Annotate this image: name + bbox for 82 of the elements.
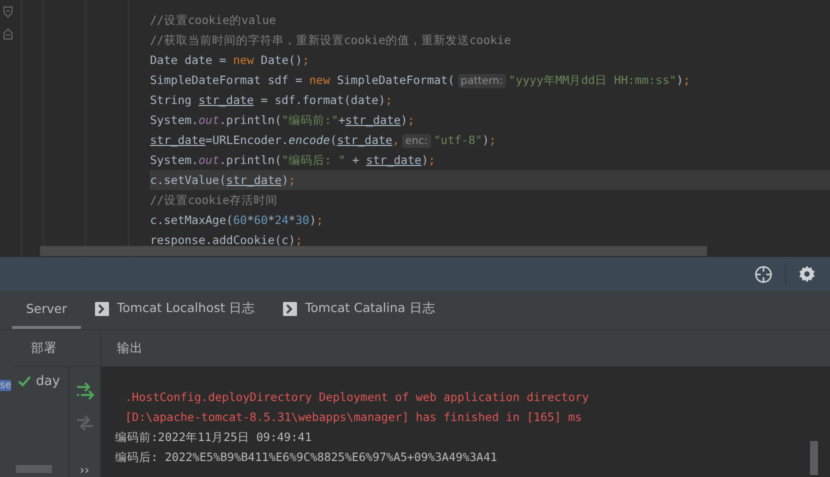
code-text: String [150, 93, 193, 107]
scrollbar-thumb[interactable] [16, 465, 52, 473]
code-text: System. [150, 153, 198, 167]
code-text: * [288, 213, 296, 227]
code-text: * [268, 213, 275, 227]
code-number: 24 [274, 213, 289, 227]
code-keyword: ; [385, 93, 392, 107]
code-keyword: ; [316, 213, 324, 227]
strip-label: se [0, 380, 12, 391]
tab[interactable]: Tomcat Localhost 日志 [81, 291, 270, 329]
code-keyword: new [309, 73, 330, 87]
code-number: 60 [254, 213, 268, 227]
code-keyword: , [392, 133, 400, 147]
code-keyword: ; [408, 113, 415, 127]
code-text: ( [330, 133, 337, 147]
code-keyword: ; [295, 233, 302, 247]
target-icon[interactable] [754, 264, 773, 284]
code-string: "yyyy年MM月dd日 HH:mm:ss" [508, 73, 676, 87]
code-string: "编码前:" [282, 113, 338, 127]
code-text: c.setMaxAge( [150, 213, 234, 227]
code-variable: str_date [345, 113, 401, 127]
code-keyword: ; [302, 53, 310, 67]
code-text: Date date = [150, 53, 228, 67]
code-variable: str_date [226, 173, 282, 187]
output-header: 输出 [117, 340, 143, 356]
code-text: c.setValue( [150, 173, 226, 187]
code-text: Date() [260, 53, 302, 67]
code-text: ) [282, 173, 288, 187]
code-keyword: ; [489, 133, 496, 147]
code-text: response.addCookie(c) [150, 233, 296, 247]
code-text: + [338, 113, 346, 127]
code-method: encode [288, 133, 330, 147]
code-field: out [198, 113, 220, 127]
deployment-item[interactable]: day [14, 367, 68, 389]
code-string: "utf-8" [434, 133, 482, 147]
code-comment: //设置cookie存活时间 [150, 193, 278, 207]
code-keyword: ; [428, 153, 436, 167]
code-text: .println( [219, 153, 282, 167]
parameter-hint: enc: [402, 134, 431, 148]
more-button[interactable]: ›› [80, 463, 90, 477]
code-text: ) [400, 113, 408, 127]
code-text: + [351, 153, 360, 167]
code-text: SimpleDateFormat sdf = [150, 73, 304, 87]
code-variable: str_date [366, 153, 422, 167]
code-text: ) [421, 153, 428, 167]
code-text: .println( [219, 113, 282, 127]
redeploy-icon[interactable] [74, 381, 94, 401]
code-string: "编码后: " [282, 153, 346, 167]
console-line: 编码后: 2022%E5%B9%B411%E6%9C%8825%E6%97%A5+09%3A49%3A41 [115, 449, 498, 466]
code-number: 30 [295, 213, 310, 227]
code-variable: str_date [150, 133, 206, 147]
scrollbar-thumb[interactable] [810, 441, 818, 475]
console-line: 编码前:2022年11月25日 09:49:41 [115, 429, 312, 446]
code-text: =URLEncoder. [205, 133, 288, 147]
code-variable: str_date [336, 133, 392, 147]
scrollbar-thumb[interactable] [40, 246, 707, 256]
code-text: * [246, 213, 254, 227]
console-line: [D:\apache-tomcat-8.5.31\webapps\manager] has finished in [165] ms [124, 409, 582, 426]
fold-icon[interactable] [3, 28, 13, 40]
code-keyword: ; [683, 73, 690, 87]
settings-icon[interactable] [798, 265, 816, 284]
code-text: ) [482, 133, 490, 147]
parameter-hint: pattern: [458, 74, 506, 88]
code-text: ) [309, 213, 316, 227]
code-comment: //设置cookie的value [150, 13, 276, 27]
code-text: ) [676, 73, 684, 87]
deploy-header: 部署 [31, 340, 57, 356]
code-number: 60 [233, 213, 247, 227]
code-text: SimpleDateFormat( [336, 73, 455, 87]
code-comment: //获取当前时间的字符串，重新设置cookie的值，重新发送cookie [150, 33, 511, 47]
code-variable: str_date [198, 93, 254, 107]
code-text: System. [150, 113, 198, 127]
code-keyword: new [233, 53, 254, 67]
fold-icon[interactable] [3, 6, 13, 18]
code-keyword: ; [288, 173, 296, 187]
undeploy-icon[interactable] [74, 413, 94, 433]
console-line: .HostConfig.deployDirectory Deployment of web application directory [124, 389, 589, 406]
console-icon [283, 302, 298, 316]
console-icon [95, 302, 109, 316]
tab[interactable]: Tomcat Catalina 日志 [269, 291, 450, 329]
code-field: out [198, 153, 220, 167]
code-text: = sdf.format(date) [260, 93, 386, 107]
